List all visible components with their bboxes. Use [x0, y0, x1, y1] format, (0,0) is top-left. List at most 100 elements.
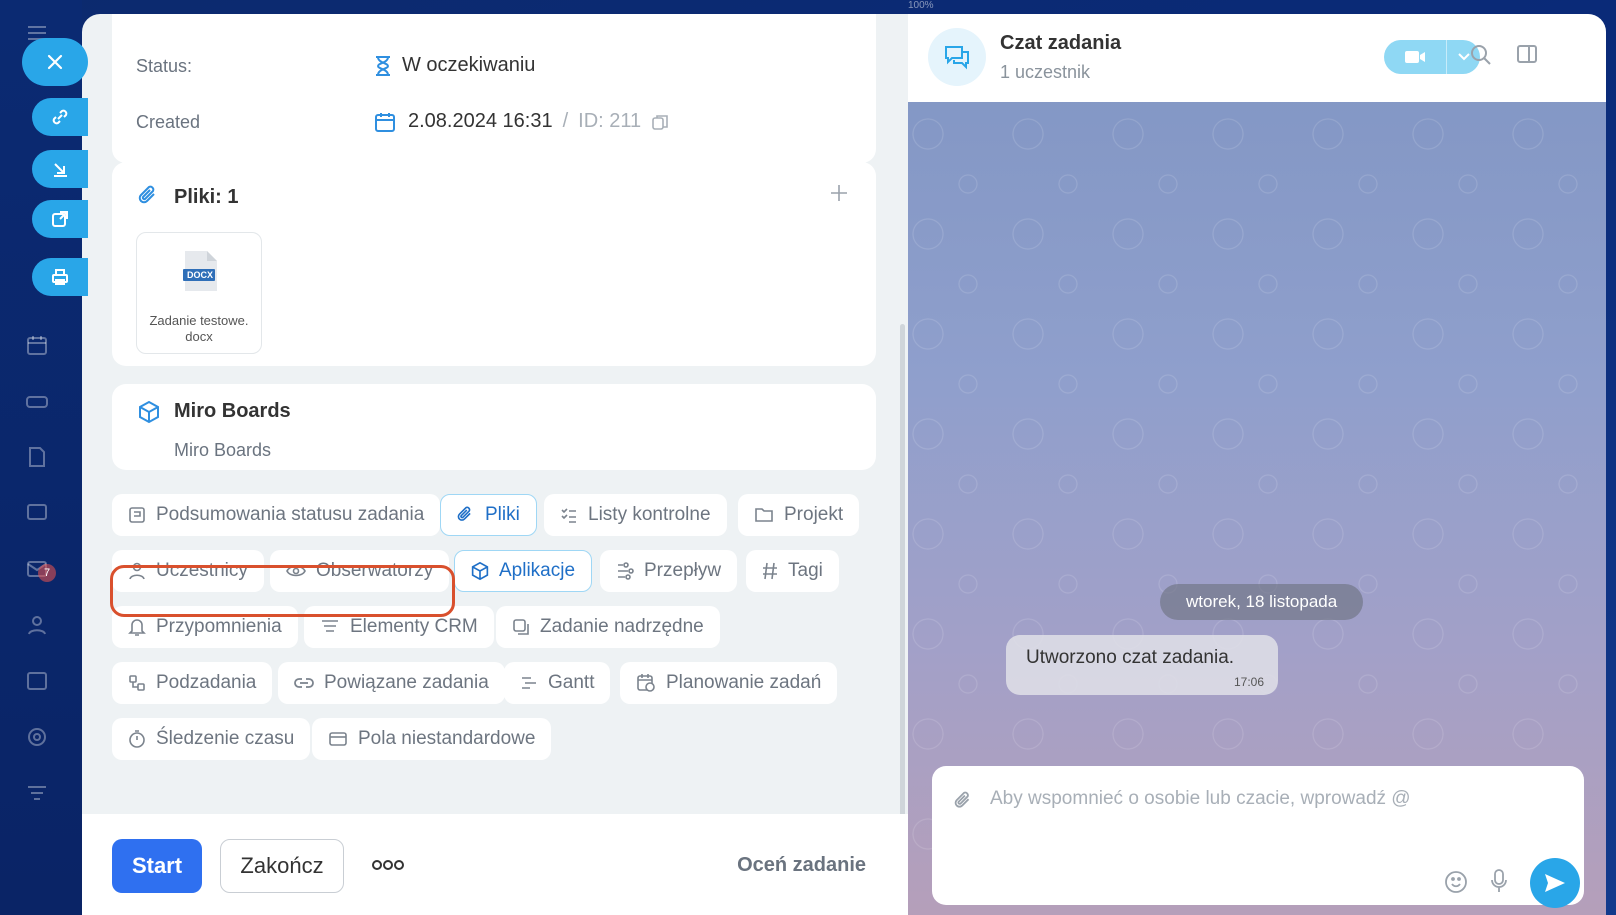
crm-icon: [322, 620, 338, 632]
message-input[interactable]: Aby wspomnieć o osobie lub czacie, wprow…: [990, 788, 1411, 810]
task-chat-panel: Czat zadania 1 uczestnik wtorek, 18 list…: [908, 14, 1606, 915]
task-footer: Start Zakończ Oceń zadanie: [82, 814, 908, 915]
chat-participants-count[interactable]: 1 uczestnik: [1000, 62, 1090, 83]
link-icon: [294, 678, 314, 688]
print-button[interactable]: [32, 258, 88, 296]
calendar-edit-icon: [375, 112, 395, 132]
chip-tags[interactable]: Tagi: [746, 550, 839, 592]
parent-task-icon: [513, 619, 529, 635]
printer-icon: [52, 269, 68, 285]
status-label: Status:: [136, 56, 193, 76]
external-link-icon: [52, 211, 68, 227]
message-time: 17:06: [1233, 675, 1264, 689]
filter-nav-icon[interactable]: [22, 778, 52, 808]
search-icon[interactable]: [1470, 44, 1492, 66]
summary-icon: [129, 507, 145, 523]
finish-button[interactable]: Zakończ: [220, 839, 344, 893]
folder-icon: [755, 508, 773, 522]
app-title[interactable]: Miro Boards: [174, 400, 291, 423]
chat-title: Czat zadania: [1000, 32, 1122, 54]
start-button[interactable]: Start: [112, 839, 202, 893]
message-text: Utworzono czat zadania.: [1026, 647, 1235, 668]
file-type-badge: DOCX: [187, 270, 214, 280]
checklist-icon: [561, 508, 576, 523]
message-composer[interactable]: Aby wspomnieć o osobie lub czacie, wprow…: [932, 766, 1584, 908]
paperclip-icon: [138, 185, 155, 204]
apps-card: Miro Boards Miro Boards: [112, 384, 876, 470]
file-name: Zadanie testowe.docx: [149, 313, 249, 344]
files-title: Pliki: 1: [174, 186, 239, 208]
calendar-nav-icon[interactable]: [22, 330, 52, 360]
bell-icon: [128, 619, 146, 636]
more-button[interactable]: [370, 850, 406, 880]
open-new-window-button[interactable]: [32, 200, 88, 238]
chip-task-planning[interactable]: Planowanie zadań: [620, 662, 838, 704]
hash-icon: [763, 562, 777, 580]
cube-icon: [139, 400, 159, 424]
stopwatch-icon: [129, 730, 145, 748]
copy-link-button[interactable]: [32, 98, 88, 136]
chip-observers[interactable]: Obserwatorzy: [270, 550, 450, 592]
scrollbar[interactable]: [900, 324, 905, 824]
gantt-icon: [522, 677, 536, 689]
subtasks-icon: [129, 675, 145, 691]
chip-apps[interactable]: Aplikacje: [454, 550, 593, 592]
sidebar-toggle-icon[interactable]: [1516, 44, 1538, 64]
chip-project[interactable]: Projekt: [738, 494, 860, 536]
chip-time-tracking[interactable]: Śledzenie czasu: [112, 718, 311, 760]
chat-header: Czat zadania 1 uczestnik: [908, 14, 1606, 102]
paperclip-icon: [457, 506, 471, 521]
rate-task-link[interactable]: Oceń zadanie: [737, 854, 866, 877]
chip-custom-fields[interactable]: Pola niestandardowe: [312, 718, 552, 760]
target-nav-icon[interactable]: [22, 722, 52, 752]
eye-icon: [286, 565, 306, 577]
send-icon: [1545, 874, 1565, 892]
add-file-icon[interactable]: [830, 184, 848, 202]
task-id: ID: 211: [578, 110, 642, 132]
board-nav-icon[interactable]: [22, 498, 52, 528]
created-label: Created: [136, 112, 201, 132]
emoji-icon[interactable]: [1444, 870, 1468, 894]
chip-reminders[interactable]: Przypomnienia: [112, 606, 298, 648]
copy-icon[interactable]: [651, 113, 669, 131]
minimize-button[interactable]: [32, 150, 88, 188]
chat-bubbles-icon: [945, 46, 969, 70]
chip-participants[interactable]: Uczestnicy: [112, 550, 264, 592]
zoom-indicator: 100%: [908, 0, 934, 11]
chat-avatar: [928, 28, 986, 86]
calendar-clock-icon: [637, 674, 655, 692]
custom-fields-icon: [329, 732, 347, 746]
chip-parent-task[interactable]: Zadanie nadrzędne: [496, 606, 720, 648]
chip-crm-elements[interactable]: Elementy CRM: [304, 606, 494, 648]
chip-checklists[interactable]: Listy kontrolne: [544, 494, 727, 536]
left-navigation-rail: 7: [0, 0, 82, 915]
flow-icon: [618, 562, 634, 580]
more-dots-icon: [372, 860, 404, 870]
chip-related-tasks[interactable]: Powiązane zadania: [278, 662, 505, 704]
chip-files[interactable]: Pliki: [440, 494, 537, 536]
notification-badge: 7: [38, 564, 56, 582]
status-value[interactable]: W oczekiwaniu: [374, 54, 535, 77]
chat-message[interactable]: Utworzono czat zadania. 17:06: [1006, 635, 1278, 695]
chip-flow[interactable]: Przepływ: [600, 550, 738, 592]
drive-nav-icon[interactable]: [22, 386, 52, 416]
contacts-nav-icon[interactable]: [22, 610, 52, 640]
file-tile[interactable]: DOCX Zadanie testowe.docx: [136, 232, 262, 354]
id-separator: /: [562, 110, 569, 132]
task-info-card: Status: W oczekiwaniu Created 2.08.2024 …: [112, 14, 876, 163]
chip-gantt[interactable]: Gantt: [504, 662, 611, 704]
document-nav-icon[interactable]: [22, 442, 52, 472]
microphone-icon[interactable]: [1490, 868, 1508, 894]
video-camera-icon: [1405, 51, 1425, 63]
chip-subtasks[interactable]: Podzadania: [112, 662, 273, 704]
paperclip-icon[interactable]: [954, 790, 974, 812]
send-button[interactable]: [1530, 858, 1580, 908]
crm-nav-icon[interactable]: [22, 666, 52, 696]
link-icon: [52, 109, 68, 125]
hourglass-icon: [376, 55, 390, 76]
files-card: Pliki: 1 DOCX Zadanie testowe.docx: [112, 162, 876, 366]
chip-status-summary[interactable]: Podsumowania statusu zadania: [112, 494, 441, 536]
close-slider-button[interactable]: [22, 38, 88, 86]
video-call-button[interactable]: [1384, 40, 1480, 74]
date-divider: wtorek, 18 listopada: [1160, 584, 1364, 620]
